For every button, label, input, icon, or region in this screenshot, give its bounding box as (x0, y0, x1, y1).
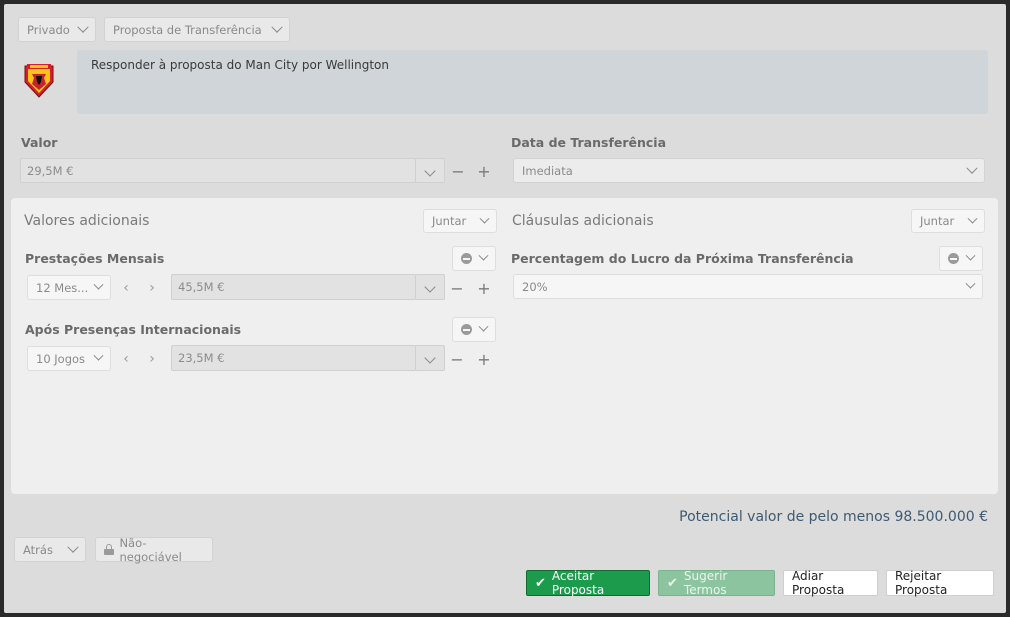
minus-icon: − (451, 161, 465, 181)
transfer-date-label: Data de Transferência (511, 135, 667, 150)
minus-icon: − (450, 278, 464, 298)
additional-clauses-title: Cláusulas adicionais (512, 213, 654, 229)
remove-circle-icon (461, 324, 472, 335)
value-input[interactable]: 29,5M € (20, 158, 416, 183)
suggest-terms-label: Sugerir Termos (683, 569, 728, 597)
caps-next-button[interactable]: › (142, 347, 162, 371)
minus-icon: − (450, 349, 464, 369)
chevron-down-icon (965, 278, 976, 289)
value-label: Valor (21, 135, 58, 150)
transfer-date-dropdown[interactable]: Imediata (513, 158, 985, 183)
additional-values-add-dropdown[interactable]: Juntar (423, 209, 497, 233)
chevron-down-icon (424, 281, 436, 293)
remove-circle-icon (461, 253, 472, 264)
monthly-installments-count-dropdown[interactable]: 12 Mes... (27, 275, 111, 300)
chevron-down-icon (424, 352, 436, 364)
checkmark-icon: ✔ (535, 575, 546, 591)
chevron-down-icon (93, 350, 104, 361)
installments-next-button[interactable]: › (142, 276, 162, 300)
checkmark-icon: ✔ (667, 575, 678, 591)
accept-offer-label: Aceitar Proposta (551, 569, 605, 597)
back-label: Atrás (23, 542, 53, 557)
sell-on-percentage-value: 20% (522, 279, 548, 294)
monthly-installments-label: Prestações Mensais (25, 251, 165, 266)
plus-icon: + (477, 349, 491, 369)
value-dropdown-button[interactable] (415, 158, 445, 183)
value-decrease-button[interactable]: − (448, 159, 468, 183)
chevron-left-icon: ‹ (123, 351, 129, 367)
installments-increase-button[interactable]: + (474, 276, 494, 300)
offer-message-box: Responder à proposta do Man City por Wel… (77, 50, 988, 114)
international-caps-count-dropdown[interactable]: 10 Jogos (27, 346, 111, 371)
add-label: Juntar (432, 214, 467, 228)
transfer-date-value: Imediata (522, 163, 573, 178)
chevron-right-icon: › (149, 351, 155, 367)
chevron-left-icon: ‹ (123, 280, 129, 296)
caps-increase-button[interactable]: + (474, 347, 494, 371)
add-label: Juntar (920, 214, 955, 228)
reject-offer-label: Rejeitar Proposta (895, 569, 948, 597)
club-crest-icon (22, 60, 56, 100)
caps-count: 10 Jogos (36, 351, 86, 366)
suggest-terms-button[interactable]: ✔ Sugerir Termos (658, 569, 775, 597)
reject-offer-button[interactable]: Rejeitar Proposta (886, 569, 994, 597)
installments-count: 12 Mes... (36, 280, 89, 295)
privacy-dropdown[interactable]: Privado (18, 17, 96, 42)
additional-values-title: Valores adicionais (24, 213, 150, 229)
back-dropdown[interactable]: Atrás (14, 537, 86, 562)
plus-icon: + (477, 278, 491, 298)
chevron-down-icon (478, 250, 489, 261)
chevron-down-icon (424, 164, 436, 177)
plus-icon: + (477, 161, 491, 181)
installments-amount: 45,5M € (178, 280, 225, 294)
value-amount: 29,5M € (27, 163, 74, 178)
non-negotiable-label: Não-negociável (119, 535, 182, 564)
caps-amount: 23,5M € (178, 351, 225, 365)
sell-on-percentage-dropdown[interactable]: 20% (513, 274, 983, 299)
transfer-offer-dialog: Privado Proposta de Transferência Respon… (4, 4, 1006, 613)
sell-on-percentage-label: Percentagem do Lucro da Próxima Transfer… (511, 251, 854, 266)
offer-type-label: Proposta de Transferência (113, 22, 262, 37)
additional-clauses-add-dropdown[interactable]: Juntar (911, 209, 985, 233)
installments-amount-input[interactable]: 45,5M € (171, 274, 416, 300)
delay-offer-label: Adiar Proposta (792, 569, 845, 597)
privacy-label: Privado (27, 22, 70, 37)
non-negotiable-toggle[interactable]: Não-negociável (95, 535, 213, 564)
value-increase-button[interactable]: + (474, 159, 494, 183)
installments-amount-dropdown-button[interactable] (415, 274, 445, 300)
chevron-right-icon: › (149, 280, 155, 296)
chevron-down-icon (967, 213, 978, 224)
chevron-down-icon (966, 162, 978, 174)
lock-icon (104, 544, 114, 555)
sell-on-options-button[interactable] (939, 246, 983, 271)
delay-offer-button[interactable]: Adiar Proposta (783, 569, 878, 597)
caps-amount-dropdown-button[interactable] (415, 345, 445, 371)
chevron-down-icon (93, 279, 104, 290)
caps-amount-input[interactable]: 23,5M € (171, 345, 416, 371)
offer-type-dropdown[interactable]: Proposta de Transferência (104, 17, 290, 42)
additional-terms-panel (11, 198, 998, 494)
offer-message-text: Responder à proposta do Man City por Wel… (91, 58, 389, 72)
chevron-down-icon (479, 213, 490, 224)
caps-prev-button[interactable]: ‹ (116, 347, 136, 371)
caps-decrease-button[interactable]: − (447, 347, 467, 371)
chevron-down-icon (965, 250, 976, 261)
accept-offer-button[interactable]: ✔ Aceitar Proposta (526, 569, 650, 597)
installments-decrease-button[interactable]: − (447, 276, 467, 300)
chevron-down-icon (271, 21, 283, 33)
remove-circle-icon (948, 253, 959, 264)
international-caps-label: Após Presenças Internacionais (25, 322, 242, 337)
potential-total-value: Potencial valor de pelo menos 98.500.000… (679, 509, 988, 525)
installments-prev-button[interactable]: ‹ (116, 276, 136, 300)
monthly-installments-options-button[interactable] (452, 246, 496, 271)
chevron-down-icon (478, 321, 489, 332)
international-caps-options-button[interactable] (452, 317, 496, 342)
chevron-down-icon (77, 21, 89, 33)
chevron-down-icon (67, 541, 79, 553)
